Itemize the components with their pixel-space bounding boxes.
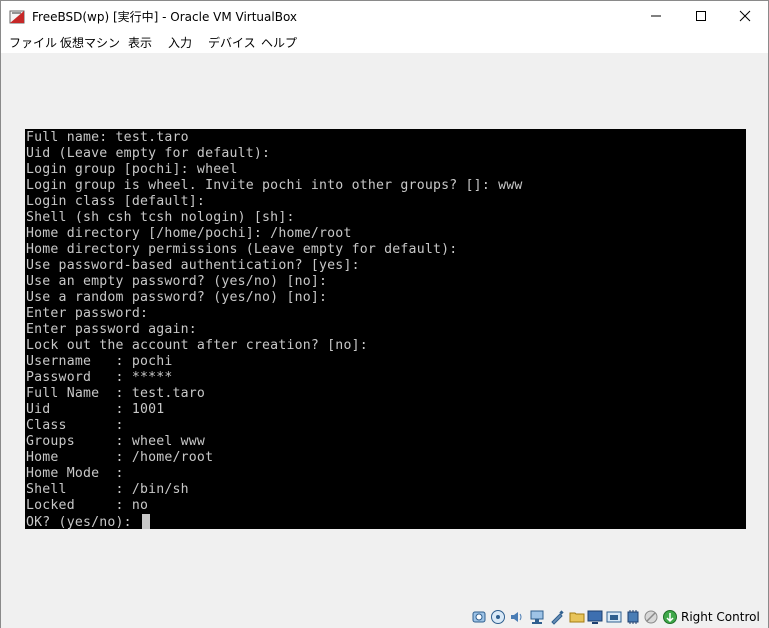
host-key-label: Right Control bbox=[681, 610, 760, 624]
menu-input[interactable]: 入力 bbox=[168, 34, 192, 51]
console-line: Use a random password? (yes/no) [no]: bbox=[26, 290, 328, 305]
console-line: Shell (sh csh tcsh nologin) [sh]: bbox=[26, 210, 295, 225]
optical-drive-icon[interactable] bbox=[490, 609, 506, 625]
console-line: Full Name : test.taro bbox=[26, 386, 206, 401]
console-line: Login class [default]: bbox=[26, 194, 206, 209]
minimize-icon bbox=[651, 15, 661, 17]
console-line: Lock out the account after creation? [no… bbox=[26, 338, 368, 353]
console-line: Password : ***** bbox=[26, 370, 173, 385]
console-line: Use an empty password? (yes/no) [no]: bbox=[26, 274, 328, 289]
display-icon[interactable] bbox=[587, 609, 603, 625]
console-line: Use password-based authentication? [yes]… bbox=[26, 258, 360, 273]
usb-icon[interactable] bbox=[549, 609, 565, 625]
network-icon[interactable] bbox=[529, 609, 545, 625]
menu-file[interactable]: ファイル bbox=[9, 34, 57, 51]
console-line: Login group [pochi]: wheel bbox=[26, 162, 238, 177]
mouse-integration-icon[interactable] bbox=[643, 609, 659, 625]
window-title: FreeBSD(wp) [実行中] - Oracle VM VirtualBox bbox=[32, 10, 298, 24]
cpu-icon[interactable] bbox=[625, 609, 641, 625]
close-button[interactable] bbox=[722, 1, 768, 31]
minimize-button[interactable] bbox=[633, 1, 679, 31]
console-line: Home directory permissions (Leave empty … bbox=[26, 242, 458, 257]
menu-devices[interactable]: デバイス bbox=[208, 34, 256, 51]
console-line: Username : pochi bbox=[26, 354, 173, 369]
vm-display-area[interactable]: Full name: test.taro Uid (Leave empty fo… bbox=[1, 53, 768, 605]
title-bar[interactable]: FreeBSD(wp) [実行中] - Oracle VM VirtualBox bbox=[1, 1, 768, 31]
menu-machine[interactable]: 仮想マシン bbox=[60, 34, 120, 51]
console-line: Shell : /bin/sh bbox=[26, 482, 189, 497]
menu-bar: ファイル 仮想マシン 表示 入力 デバイス ヘルプ bbox=[1, 31, 768, 53]
shared-folders-icon[interactable] bbox=[569, 609, 585, 625]
hard-disk-icon[interactable] bbox=[471, 609, 487, 625]
video-capture-icon[interactable] bbox=[606, 609, 622, 625]
console-line: Login group is wheel. Invite pochi into … bbox=[26, 178, 523, 193]
virtualbox-window: FreeBSD(wp) [実行中] - Oracle VM VirtualBox… bbox=[0, 0, 769, 628]
console-line: Class : bbox=[26, 418, 124, 433]
guest-console[interactable]: Full name: test.taro Uid (Leave empty fo… bbox=[25, 129, 746, 530]
audio-icon[interactable] bbox=[509, 609, 525, 625]
menu-help[interactable]: ヘルプ bbox=[261, 34, 297, 51]
console-line: Enter password: bbox=[26, 306, 149, 321]
console-line: Home directory [/home/pochi]: /home/root bbox=[26, 226, 352, 241]
menu-view[interactable]: 表示 bbox=[128, 34, 152, 51]
console-line: Home Mode : bbox=[26, 466, 124, 481]
maximize-icon bbox=[696, 11, 706, 21]
console-prompt: OK? (yes/no): bbox=[26, 515, 140, 530]
console-line: Enter password again: bbox=[26, 322, 197, 337]
text-cursor bbox=[141, 514, 150, 529]
console-line: Home : /home/root bbox=[26, 450, 214, 465]
console-prompt-line[interactable]: OK? (yes/no): bbox=[26, 514, 746, 530]
console-line: Full name: test.taro bbox=[26, 130, 189, 145]
keyboard-capture-icon[interactable] bbox=[662, 609, 678, 625]
console-line: Groups : wheel www bbox=[26, 434, 206, 449]
console-line: Uid : 1001 bbox=[26, 402, 165, 417]
console-line: Uid (Leave empty for default): bbox=[26, 146, 271, 161]
virtualbox-app-icon bbox=[9, 10, 25, 24]
status-bar: Right Control bbox=[1, 605, 768, 628]
console-line: Locked : no bbox=[26, 498, 149, 513]
close-icon bbox=[739, 10, 751, 22]
maximize-button[interactable] bbox=[678, 1, 724, 31]
